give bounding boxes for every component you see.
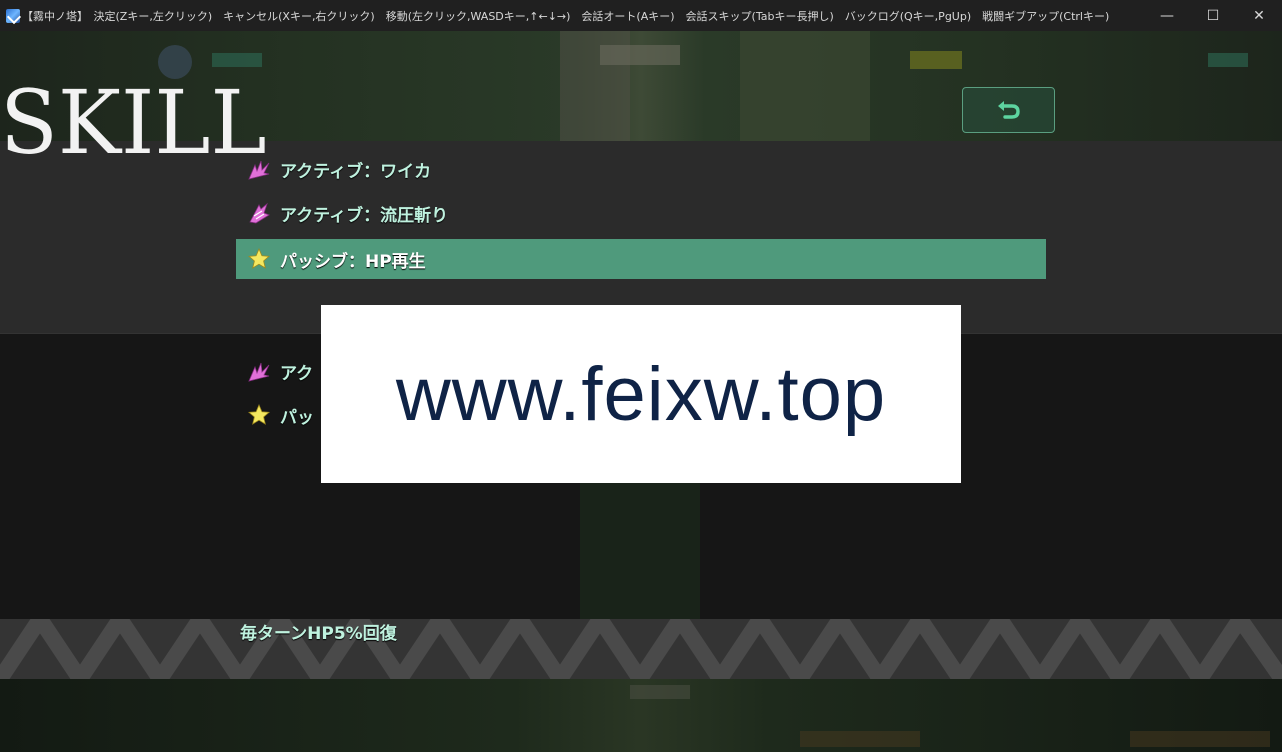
description-band [0,619,1282,679]
hud-badge-blurred [910,51,962,69]
background-detail [630,685,690,699]
watermark-overlay: www.feixw.top [321,305,961,483]
skill-row-passive-hp-regen[interactable]: パッシブ：HP再生 [236,239,1046,279]
star-icon [246,246,272,272]
background-detail [800,731,920,747]
app-icon [6,8,20,23]
star-icon [246,402,272,428]
watermark-text: www.feixw.top [395,351,887,437]
skill-row-active-ryuatsugiri[interactable]: アクティブ：流圧斬り [236,193,1046,233]
close-button[interactable]: ✕ [1236,0,1282,31]
background-detail [1130,731,1270,747]
skill-row-active-waika[interactable]: アクティブ：ワイカ [236,149,1046,189]
skill-row-label: パッシブ：HP再生 [280,251,426,272]
hud-center-blurred [600,45,680,65]
zigzag-pattern [0,619,1282,679]
page-title: SKILL [0,71,267,174]
burst-icon [246,156,272,182]
burst-icon [246,358,272,384]
title-bar: 【霧中ノ塔】 決定(Zキー,左クリック) キャンセル(Xキー,右クリック) 移動… [0,0,1282,31]
background-foliage [740,31,870,141]
maximize-button[interactable]: ☐ [1190,0,1236,31]
game-window: 【霧中ノ塔】 決定(Zキー,左クリック) キャンセル(Xキー,右クリック) 移動… [0,0,1282,752]
window-title: 【霧中ノ塔】 決定(Zキー,左クリック) キャンセル(Xキー,右クリック) 移動… [22,9,1110,23]
slash-icon [246,200,272,226]
hud-right-blurred [1208,53,1248,67]
skill-row-label: アクティブ：流圧斬り [280,205,449,226]
return-arrow-icon [997,101,1020,119]
game-canvas: SKILL アクティブ：ワイカ アクティブ：流圧斬り パッシブ：HP再生 アク … [0,31,1282,752]
window-controls: — ☐ ✕ [1144,0,1282,31]
skill-row-label: アク [280,363,314,384]
minimize-button[interactable]: — [1144,0,1190,31]
skill-description: 毎ターンHP5%回復 [240,624,397,644]
skill-row-label: アクティブ：ワイカ [280,161,432,182]
skill-row-label: パッ [280,407,314,428]
back-button[interactable] [962,87,1055,133]
hud-label-blurred [212,53,262,67]
